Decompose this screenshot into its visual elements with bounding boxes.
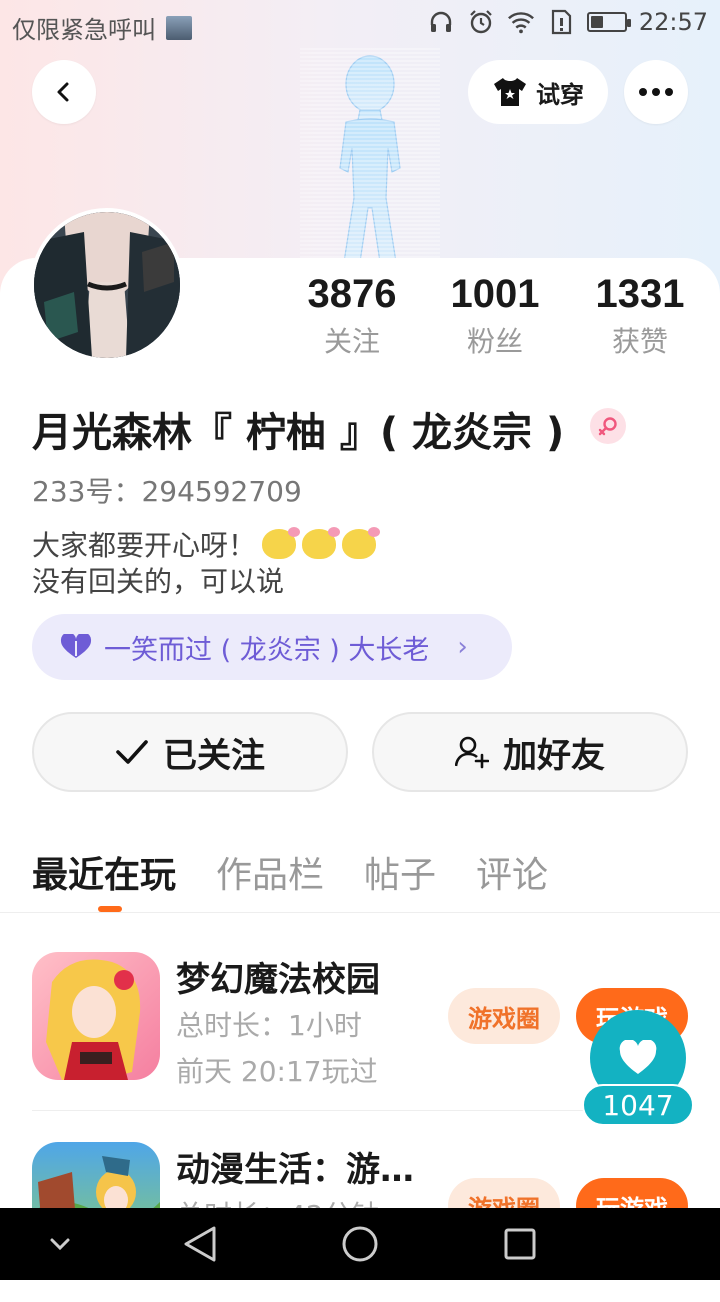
sim-no-service-icon — [547, 8, 575, 36]
guild-badge-text: 一笑而过 ( 龙炎宗 ) 大长老 — [104, 634, 430, 666]
stat-followers[interactable]: 1001 粉丝 — [430, 270, 560, 362]
stat-likes[interactable]: 1331 获赞 — [575, 270, 705, 362]
home-nav-icon[interactable] — [338, 1222, 382, 1266]
nickname: 月光森林『 柠柚 』( 龙炎宗 ) — [32, 410, 565, 456]
battery-icon — [586, 12, 631, 32]
following-label: 关注 — [323, 325, 380, 358]
likes-label: 获赞 — [611, 325, 668, 358]
status-bar: 仅限紧急呼叫 22:57 — [0, 0, 720, 48]
game-icon — [32, 952, 160, 1080]
following-count: 3876 — [307, 272, 397, 316]
back-button[interactable] — [32, 60, 96, 124]
game-duration: 总时长：1小时 — [176, 1009, 362, 1042]
avatar-hologram-figure[interactable] — [300, 48, 440, 268]
game-last-played: 前天 20:17玩过 — [176, 1055, 378, 1088]
female-icon — [590, 408, 626, 444]
chick-emoji-icon — [342, 527, 381, 559]
tab-works[interactable]: 作品栏 — [216, 846, 324, 898]
back-nav-icon[interactable] — [178, 1222, 222, 1266]
try-on-label: 试穿 — [536, 80, 584, 109]
tabs-divider — [0, 912, 720, 913]
battery-level — [590, 16, 604, 28]
headphones-icon — [427, 8, 455, 36]
avatar-image — [34, 212, 180, 358]
followers-label: 粉丝 — [466, 325, 523, 358]
bio-line-1: 大家都要开心呀！ — [32, 524, 381, 564]
notification-thumbnail-icon — [166, 15, 192, 40]
more-dots-icon — [639, 88, 673, 96]
add-friend-button[interactable]: 加好友 — [372, 712, 688, 792]
system-icons: 22:57 — [427, 8, 708, 36]
game-name: 梦幻魔法校园 — [176, 960, 380, 1000]
alarm-icon — [467, 8, 495, 36]
bio-line-2: 没有回关的，可以说 — [32, 565, 285, 598]
tab-comments[interactable]: 评论 — [476, 846, 548, 898]
followed-button[interactable]: 已关注 — [32, 712, 348, 792]
avatar[interactable] — [30, 208, 184, 362]
followed-label: 已关注 — [163, 735, 265, 776]
likes-count: 1331 — [595, 272, 685, 316]
followers-count: 1001 — [450, 272, 540, 316]
recents-nav-icon[interactable] — [498, 1222, 542, 1266]
heart-icon — [619, 1040, 657, 1074]
try-on-button[interactable]: 试穿 — [468, 60, 608, 124]
stat-following[interactable]: 3876 关注 — [287, 270, 417, 362]
game-circle-button[interactable]: 游戏圈 — [448, 988, 560, 1044]
clock: 22:57 — [638, 8, 708, 36]
game-name: 动漫生活：游… — [176, 1150, 414, 1190]
like-count-badge: 1047 — [582, 1084, 694, 1126]
guild-badge[interactable]: 一笑而过 ( 龙炎宗 ) 大长老 › — [32, 614, 512, 680]
profile-tabs: 最近在玩 作品栏 帖子 评论 — [32, 846, 548, 898]
chick-emoji-icon — [302, 527, 341, 559]
add-friend-label: 加好友 — [503, 735, 605, 776]
tab-recently-played[interactable]: 最近在玩 — [32, 846, 176, 898]
carrier-status: 仅限紧急呼叫 — [12, 10, 192, 45]
chevron-left-icon — [57, 82, 69, 102]
purple-heart-icon — [60, 634, 92, 658]
add-user-icon — [455, 736, 489, 769]
bio-line-1-text: 大家都要开心呀！ — [32, 529, 257, 562]
carrier-text: 仅限紧急呼叫 — [12, 16, 156, 44]
tshirt-icon — [494, 78, 526, 106]
check-icon — [116, 740, 148, 764]
hide-nav-icon[interactable] — [38, 1222, 82, 1266]
tab-posts[interactable]: 帖子 — [364, 846, 436, 898]
user-id: 233号：294592709 — [32, 475, 302, 508]
chevron-right-icon: › — [457, 632, 468, 662]
system-nav-bar — [0, 1208, 720, 1280]
chick-emoji-icon — [262, 527, 301, 559]
wifi-icon — [507, 8, 535, 36]
more-button[interactable] — [624, 60, 688, 124]
